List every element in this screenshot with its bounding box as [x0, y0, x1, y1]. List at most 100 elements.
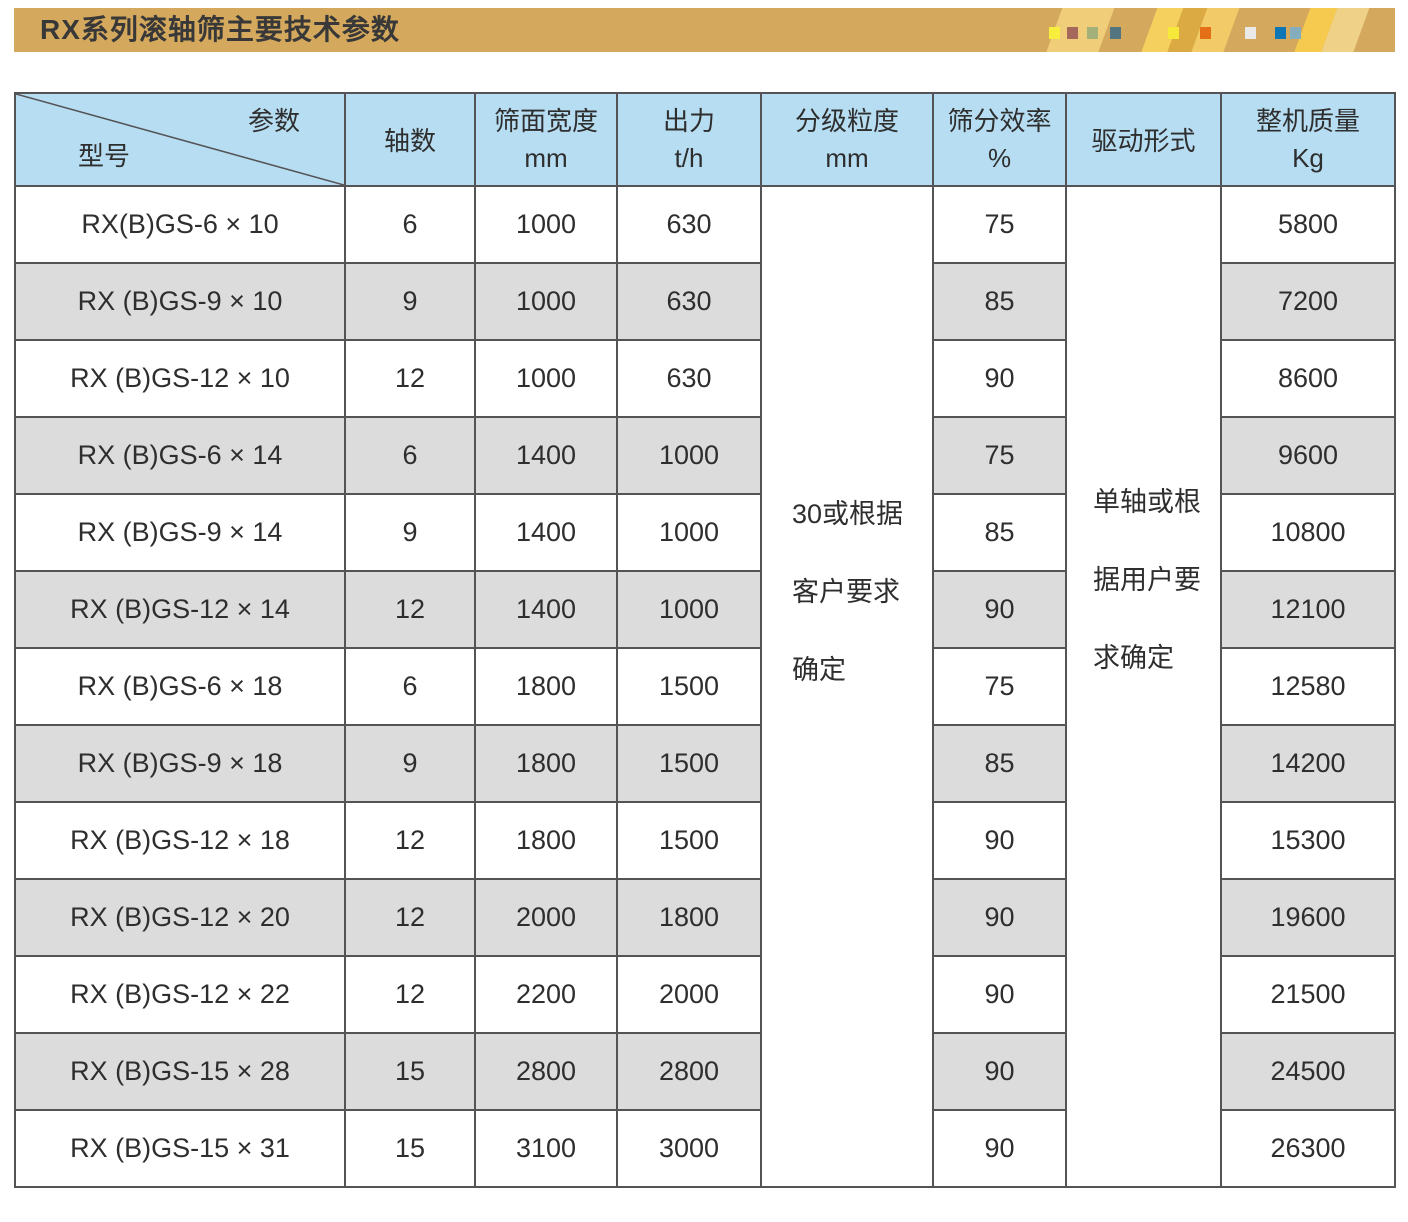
- cell-efficiency: 90: [933, 1110, 1066, 1187]
- cell-drive-type-merged-line: 求确定: [1093, 619, 1220, 697]
- header-model-param: 参数 型号: [15, 93, 345, 186]
- header-output-unit: t/h: [618, 140, 760, 177]
- cell-weight: 7200: [1221, 263, 1395, 340]
- header-output: 出力 t/h: [617, 93, 761, 186]
- cell-shafts: 6: [345, 648, 475, 725]
- cell-shafts: 9: [345, 494, 475, 571]
- cell-weight: 12100: [1221, 571, 1395, 648]
- cell-efficiency: 75: [933, 417, 1066, 494]
- cell-model: RX(B)GS-6 × 10: [15, 186, 345, 263]
- cell-screen-width: 1400: [475, 417, 617, 494]
- header-shafts: 轴数: [345, 93, 475, 186]
- header-weight-label: 整机质量: [1222, 103, 1394, 140]
- cell-output: 1800: [617, 879, 761, 956]
- cell-model: RX (B)GS-12 × 22: [15, 956, 345, 1033]
- header-weight: 整机质量 Kg: [1221, 93, 1395, 186]
- cell-weight: 15300: [1221, 802, 1395, 879]
- cell-weight: 12580: [1221, 648, 1395, 725]
- cell-output: 1000: [617, 417, 761, 494]
- spec-table: 参数 型号 轴数 筛面宽度 mm 出力 t/h 分级粒度 mm 筛分效率 %: [14, 92, 1396, 1188]
- cell-weight: 26300: [1221, 1110, 1395, 1187]
- cell-output: 1500: [617, 802, 761, 879]
- cell-output: 1000: [617, 494, 761, 571]
- cell-screen-width: 3100: [475, 1110, 617, 1187]
- cell-model: RX (B)GS-9 × 18: [15, 725, 345, 802]
- cell-model: RX (B)GS-9 × 14: [15, 494, 345, 571]
- cell-shafts: 6: [345, 186, 475, 263]
- cell-weight: 14200: [1221, 725, 1395, 802]
- header-row: 参数 型号 轴数 筛面宽度 mm 出力 t/h 分级粒度 mm 筛分效率 %: [15, 93, 1395, 186]
- cell-efficiency: 90: [933, 802, 1066, 879]
- cell-screen-width: 2800: [475, 1033, 617, 1110]
- cell-efficiency: 85: [933, 725, 1066, 802]
- cell-efficiency: 90: [933, 879, 1066, 956]
- cell-weight: 19600: [1221, 879, 1395, 956]
- cell-model: RX (B)GS-9 × 10: [15, 263, 345, 340]
- header-drive-type: 驱动形式: [1066, 93, 1221, 186]
- header-shafts-label: 轴数: [346, 121, 474, 158]
- cell-output: 1500: [617, 725, 761, 802]
- cell-weight: 10800: [1221, 494, 1395, 571]
- cell-model: RX (B)GS-12 × 18: [15, 802, 345, 879]
- cell-efficiency: 75: [933, 186, 1066, 263]
- cell-screen-width: 2000: [475, 879, 617, 956]
- cell-shafts: 15: [345, 1110, 475, 1187]
- header-weight-unit: Kg: [1222, 140, 1394, 177]
- cell-model: RX (B)GS-6 × 14: [15, 417, 345, 494]
- cell-grading-size-merged-line: 确定: [792, 631, 932, 709]
- cell-efficiency: 90: [933, 1033, 1066, 1110]
- header-grading-size-unit: mm: [762, 140, 932, 177]
- cell-weight: 9600: [1221, 417, 1395, 494]
- header-efficiency-unit: %: [934, 140, 1065, 177]
- cell-model: RX (B)GS-6 × 18: [15, 648, 345, 725]
- header-model-label: 型号: [78, 139, 130, 173]
- cell-output: 1000: [617, 571, 761, 648]
- cell-screen-width: 1800: [475, 802, 617, 879]
- cell-screen-width: 1400: [475, 494, 617, 571]
- table-row: RX(B)GS-6 × 106100063030或根据客户要求确定75单轴或根据…: [15, 186, 1395, 263]
- cell-screen-width: 1800: [475, 725, 617, 802]
- cell-screen-width: 2200: [475, 956, 617, 1033]
- cell-drive-type-merged: 单轴或根据用户要求确定: [1066, 186, 1221, 1187]
- cell-output: 3000: [617, 1110, 761, 1187]
- cell-drive-type-merged-line: 单轴或根: [1093, 463, 1220, 541]
- cell-grading-size-merged: 30或根据客户要求确定: [761, 186, 933, 1187]
- cell-shafts: 12: [345, 802, 475, 879]
- title-bar: RX系列滚轴筛主要技术参数: [14, 8, 1395, 52]
- header-screen-width-label: 筛面宽度: [476, 103, 616, 140]
- cell-output: 630: [617, 263, 761, 340]
- cell-efficiency: 90: [933, 571, 1066, 648]
- header-grading-size-label: 分级粒度: [762, 103, 932, 140]
- cell-efficiency: 75: [933, 648, 1066, 725]
- header-screen-width-unit: mm: [476, 140, 616, 177]
- cell-shafts: 15: [345, 1033, 475, 1110]
- cell-screen-width: 1000: [475, 340, 617, 417]
- cell-efficiency: 90: [933, 956, 1066, 1033]
- header-efficiency: 筛分效率 %: [933, 93, 1066, 186]
- cell-screen-width: 1000: [475, 263, 617, 340]
- cell-model: RX (B)GS-12 × 10: [15, 340, 345, 417]
- cell-shafts: 9: [345, 263, 475, 340]
- cell-shafts: 12: [345, 879, 475, 956]
- cell-efficiency: 85: [933, 263, 1066, 340]
- header-screen-width: 筛面宽度 mm: [475, 93, 617, 186]
- cell-efficiency: 85: [933, 494, 1066, 571]
- cell-output: 1500: [617, 648, 761, 725]
- cell-weight: 8600: [1221, 340, 1395, 417]
- cell-shafts: 6: [345, 417, 475, 494]
- cell-model: RX (B)GS-15 × 28: [15, 1033, 345, 1110]
- cell-shafts: 12: [345, 571, 475, 648]
- cell-output: 630: [617, 340, 761, 417]
- header-parameter-label: 参数: [248, 104, 300, 138]
- cell-screen-width: 1000: [475, 186, 617, 263]
- cell-weight: 5800: [1221, 186, 1395, 263]
- cell-efficiency: 90: [933, 340, 1066, 417]
- cell-screen-width: 1400: [475, 571, 617, 648]
- cell-drive-type-merged-line: 据用户要: [1093, 541, 1220, 619]
- header-efficiency-label: 筛分效率: [934, 103, 1065, 140]
- cell-output: 630: [617, 186, 761, 263]
- cell-model: RX (B)GS-15 × 31: [15, 1110, 345, 1187]
- cell-shafts: 12: [345, 956, 475, 1033]
- page-title: RX系列滚轴筛主要技术参数: [14, 8, 1395, 52]
- header-drive-type-label: 驱动形式: [1067, 121, 1220, 158]
